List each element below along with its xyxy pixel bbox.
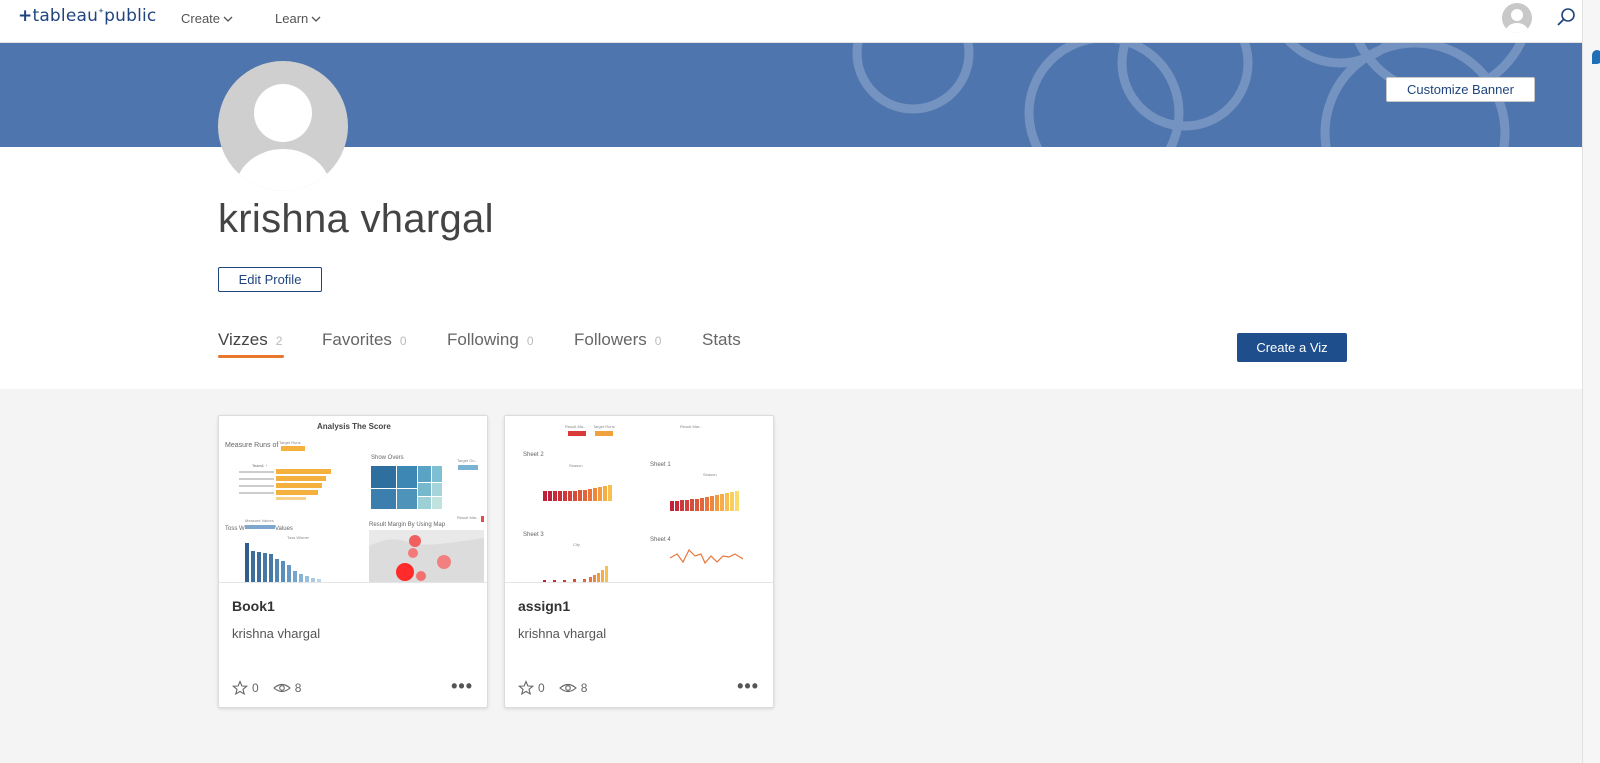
thumb-label-target-runs: Target Runs <box>593 424 615 429</box>
edit-profile-button[interactable]: Edit Profile <box>218 267 322 292</box>
thumb-label-show-overs: Show Overs <box>371 455 404 461</box>
sheet2-bars <box>543 485 612 501</box>
logo-text: tableau <box>32 6 99 26</box>
thumb-label-toss: Toss Winner <box>287 535 310 540</box>
thumb-label-target: Target Runs <box>279 440 301 445</box>
thumb-label-measure-values: Measure Values <box>245 518 274 523</box>
tab-favorites[interactable]: Favorites 0 <box>322 330 407 350</box>
create-a-viz-button[interactable]: Create a Viz <box>1237 333 1347 362</box>
profile-name: krishna vhargal <box>218 197 494 241</box>
thumb-label-result-mar: Result Mar... <box>457 515 479 520</box>
thumb-sheet3: Sheet 3 <box>523 532 544 538</box>
tab-following-count: 0 <box>526 334 534 348</box>
favorite-count: 0 <box>252 681 259 695</box>
viz-author[interactable]: krishna vhargal <box>518 626 606 641</box>
thumb-label-result-map: Result Margin By Using Map <box>369 522 446 528</box>
favorite-count: 0 <box>538 681 545 695</box>
viz-card-footer: 0 8 <box>232 680 315 696</box>
tab-stats[interactable]: Stats <box>702 330 741 350</box>
nav-create-menu[interactable]: Create <box>181 11 233 26</box>
sheet3-bars <box>543 566 608 582</box>
viz-thumbnail[interactable]: Result Ma... Target Runs Result Mar... S… <box>505 416 773 583</box>
viz-thumbnail[interactable]: Analysis The Score Measure Runs of Targe… <box>219 416 487 583</box>
views-indicator: 8 <box>558 681 588 695</box>
favorite-button[interactable]: 0 <box>232 680 259 696</box>
view-count: 8 <box>580 681 588 695</box>
book1-dashboard-preview: Analysis The Score Measure Runs of Targe… <box>225 422 484 582</box>
nav-learn-menu[interactable]: Learn <box>275 11 321 26</box>
chat-bubble-icon[interactable] <box>1592 50 1600 64</box>
search-icon[interactable] <box>1555 6 1577 28</box>
views-indicator: 8 <box>272 681 302 695</box>
thumb-sheet2: Sheet 2 <box>523 452 544 458</box>
thumb-title: Analysis The Score <box>317 422 391 431</box>
customize-banner-button[interactable]: Customize Banner <box>1386 77 1535 102</box>
thumb-season-2: Season <box>703 472 717 477</box>
eye-icon <box>272 683 291 693</box>
tab-following[interactable]: Following 0 <box>447 330 534 350</box>
view-count: 8 <box>294 681 302 695</box>
viz-card[interactable]: Result Ma... Target Runs Result Mar... S… <box>504 415 774 708</box>
sheet1-bars <box>670 491 739 511</box>
thumb-label-result-ma: Result Ma... <box>565 424 586 429</box>
user-silhouette-icon <box>235 84 331 191</box>
tab-vizzes[interactable]: Vizzes 2 <box>218 330 282 350</box>
favorite-button[interactable]: 0 <box>518 680 545 696</box>
more-options-button[interactable]: ••• <box>737 676 759 697</box>
more-options-button[interactable]: ••• <box>451 676 473 697</box>
thumb-city: City <box>573 542 580 547</box>
eye-icon <box>558 683 577 693</box>
logo-suffix: public <box>104 6 157 26</box>
viz-title[interactable]: Book1 <box>232 598 275 614</box>
tab-favorites-label: Favorites <box>322 330 392 349</box>
user-avatar-icon[interactable] <box>1502 3 1532 33</box>
nav-learn-label: Learn <box>275 11 309 26</box>
star-icon <box>232 680 248 696</box>
tab-followers-label: Followers <box>574 330 647 349</box>
top-navigation-bar: +tableau⁺public Create Learn <box>0 0 1582 43</box>
tableau-public-logo[interactable]: +tableau⁺public <box>18 6 156 26</box>
thumb-label-values: Values <box>275 526 293 532</box>
thumb-season-1: Season <box>569 463 583 468</box>
tab-vizzes-label: Vizzes <box>218 330 268 349</box>
tab-favorites-count: 0 <box>399 334 407 348</box>
tab-stats-label: Stats <box>702 330 741 349</box>
logo-plus: + <box>18 6 33 26</box>
viz-author[interactable]: krishna vhargal <box>232 626 320 641</box>
assign1-dashboard-preview: Result Ma... Target Runs Result Mar... S… <box>523 424 744 582</box>
thumb-sheet1: Sheet 1 <box>650 462 671 468</box>
chevron-down-icon <box>223 16 233 22</box>
thumb-sheet4: Sheet 4 <box>650 537 671 543</box>
profile-avatar[interactable] <box>218 61 348 191</box>
sheet4-line <box>669 548 744 565</box>
chevron-down-icon <box>311 16 321 22</box>
page-scrollbar[interactable] <box>1582 0 1600 763</box>
viz-card[interactable]: Analysis The Score Measure Runs of Targe… <box>218 415 488 708</box>
tab-vizzes-count: 2 <box>275 334 283 348</box>
tab-followers[interactable]: Followers 0 <box>574 330 661 350</box>
thumb-label-result-mar-2: Result Mar... <box>680 424 702 429</box>
viz-card-footer: 0 8 <box>518 680 601 696</box>
thumb-label-measure: Measure Runs of <box>225 442 278 449</box>
nav-create-label: Create <box>181 11 221 26</box>
thumb-label-toss-w: Toss W <box>225 526 245 532</box>
active-tab-indicator <box>218 355 284 358</box>
tab-following-label: Following <box>447 330 519 349</box>
viz-title[interactable]: assign1 <box>518 598 570 614</box>
thumb-label-target-ov: Target Ov... <box>457 458 477 463</box>
star-icon <box>518 680 534 696</box>
thumb-label-team: Team1 ↑ <box>252 463 267 468</box>
tab-followers-count: 0 <box>654 334 662 348</box>
